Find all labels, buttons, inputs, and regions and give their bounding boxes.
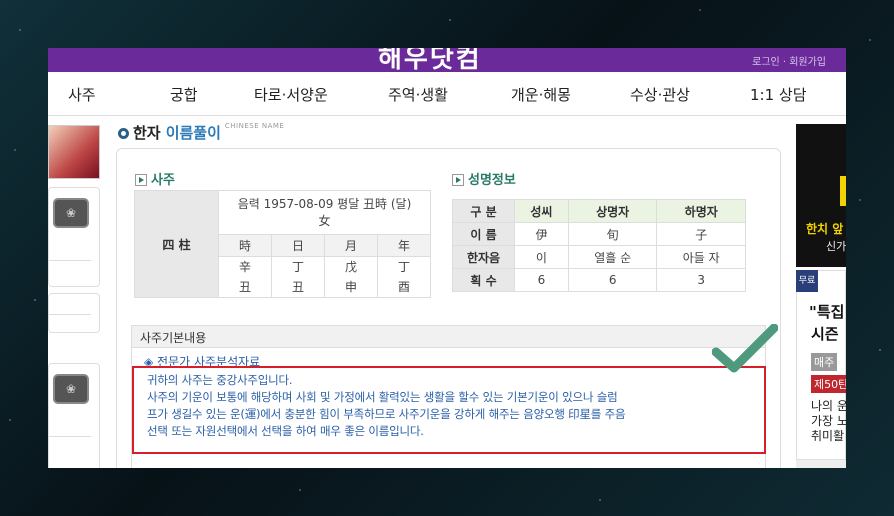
basic-heading: 사주기본내용	[132, 326, 765, 348]
avatar	[48, 125, 100, 179]
saju-col-header: 月	[324, 234, 378, 257]
saju-table: 四 柱 음력 1957-08-09 평달 丑時 (달) 女 時 日 月 年 辛丑…	[134, 190, 431, 298]
saju-gender: 女	[318, 213, 331, 228]
free-badge: 무료	[796, 270, 818, 292]
ad2-tag1: 매주	[811, 353, 838, 371]
ad2-tag2: 제50탄	[811, 375, 846, 393]
name-cell: 3	[656, 268, 746, 292]
ad1-line2: 신가	[826, 240, 846, 253]
ad2-line2: 시즌	[811, 325, 839, 343]
nav-item-gaeun[interactable]: 개운·해몽	[511, 84, 571, 105]
sidebar-button-1[interactable]: ❀	[53, 198, 89, 228]
left-sidebar: ❀ ❀	[48, 123, 104, 468]
saju-lunar-cell: 음력 1957-08-09 평달 丑時 (달) 女	[218, 190, 431, 235]
ad2-line1: "특집	[809, 303, 845, 321]
saju-col-header: 日	[271, 234, 325, 257]
checkmark-icon	[712, 324, 778, 373]
divider	[49, 260, 91, 261]
saju-stem: 丁	[397, 260, 410, 274]
ad1-line1: 한치 앞	[806, 222, 844, 236]
nav-item-gunghap[interactable]: 궁합	[170, 84, 198, 105]
saju-pillar: 戊申	[324, 256, 378, 298]
title-sub: CHINESE NAME	[224, 122, 285, 130]
ad-banner-3[interactable]	[796, 460, 846, 468]
main-nav: 사주 궁합 타로·서양운 주역·생활 개운·해몽 수상·관상 1:1 상담	[48, 72, 846, 116]
browser-page: 해우닷컴 로그인 · 회원가입 사주 궁합 타로·서양운 주역·생활 개운·해몽…	[48, 48, 846, 468]
play-box-icon	[452, 173, 464, 186]
saju-row-label: 四 柱	[134, 190, 219, 298]
sidebar-button-2[interactable]: ❀	[53, 374, 89, 404]
name-cell: 아들 자	[656, 245, 746, 269]
name-col-header: 하명자	[656, 199, 746, 223]
saju-col-header: 時	[218, 234, 272, 257]
nav-item-juyeok[interactable]: 주역·생활	[388, 84, 448, 105]
name-cell: 6	[514, 268, 569, 292]
nav-item-tarot[interactable]: 타로·서양운	[254, 84, 328, 105]
top-links[interactable]: 로그인 · 회원가입	[752, 53, 826, 68]
name-col-header: 상명자	[567, 199, 658, 223]
saju-branch: 丑	[238, 280, 251, 294]
saju-pillar: 辛丑	[218, 256, 272, 298]
name-cell: 旬	[567, 222, 658, 246]
play-box-icon	[135, 173, 147, 186]
name-cell: 子	[656, 222, 746, 246]
saju-pillar: 丁丑	[271, 256, 325, 298]
name-cell: 伊	[514, 222, 569, 246]
sidebar-box-3: ❀	[48, 363, 100, 468]
basic-line-2: 사주의 기운이 보통에 해당하며 사회 및 가정에서 활력있는 생활을 할수 있…	[147, 390, 618, 404]
saju-branch: 酉	[397, 280, 410, 294]
name-col-header: 구 분	[452, 199, 515, 223]
saju-stem: 丁	[291, 260, 304, 274]
ad-banner-1[interactable]: 한치 앞 신가	[796, 124, 846, 267]
name-info-heading-text: 성명정보	[468, 173, 516, 188]
name-info-heading: 성명정보	[452, 169, 516, 188]
nav-item-susang[interactable]: 수상·관상	[630, 84, 690, 105]
saju-branch: 丑	[291, 280, 304, 294]
ad-decor	[840, 176, 846, 206]
nav-item-saju[interactable]: 사주	[68, 84, 96, 105]
sidebar-box-1: ❀	[48, 187, 100, 287]
circle-bullet-icon	[118, 128, 129, 139]
ad2-text: 나의 운 가장 노 취미활	[811, 399, 846, 443]
highlight-box: 귀하의 사주는 중강사주입니다. 사주의 기운이 보통에 해당하며 사회 및 가…	[132, 366, 766, 454]
top-bar: 해우닷컴 로그인 · 회원가입	[48, 48, 846, 75]
name-cell: 6	[567, 268, 658, 292]
divider	[49, 436, 91, 437]
saju-heading: 사주	[135, 169, 175, 188]
name-cell: 열흘 순	[567, 245, 658, 269]
basic-line-4: 선택 또는 자원선택에서 선택을 하여 매우 좋은 이름입니다.	[147, 424, 424, 438]
saju-heading-text: 사주	[151, 173, 175, 188]
name-row-label: 한자음	[452, 245, 515, 269]
nav-item-consult[interactable]: 1:1 상담	[750, 84, 807, 105]
saju-stem: 戊	[344, 260, 357, 274]
basic-line-3: 프가 생길수 있는 운(運)에서 충분한 힘이 부족하므로 사주기운을 강하게 …	[147, 407, 626, 421]
name-row-label: 이 름	[452, 222, 515, 246]
saju-stem: 辛	[238, 260, 251, 274]
right-ad-column: 한치 앞 신가 무료 "특집 시즌 매주 제50탄 나의 운 가장 노 취미활	[796, 124, 846, 468]
saju-col-header: 年	[377, 234, 431, 257]
title-highlight: 이름풀이	[165, 124, 221, 142]
site-logo[interactable]: 해우닷컴	[378, 48, 482, 75]
title-main: 한자	[133, 124, 161, 142]
saju-pillar: 丁酉	[377, 256, 431, 298]
divider	[49, 314, 91, 315]
saju-branch: 申	[344, 280, 357, 294]
name-col-header: 성씨	[514, 199, 569, 223]
saju-lunar: 음력 1957-08-09 평달 丑時 (달)	[237, 196, 412, 211]
ad-banner-2[interactable]: 무료 "특집 시즌 매주 제50탄 나의 운 가장 노 취미활	[796, 270, 846, 460]
sidebar-box-2	[48, 293, 100, 333]
basic-line-1: 귀하의 사주는 중강사주입니다.	[147, 373, 293, 387]
name-cell: 이	[514, 245, 569, 269]
page-title: 한자 이름풀이 CHINESE NAME	[118, 122, 284, 143]
name-row-label: 획 수	[452, 268, 515, 292]
name-info-table: 구 분 성씨 상명자 하명자 이 름 伊 旬 子 한자음 이 열흘 순 아들 자…	[452, 199, 746, 292]
